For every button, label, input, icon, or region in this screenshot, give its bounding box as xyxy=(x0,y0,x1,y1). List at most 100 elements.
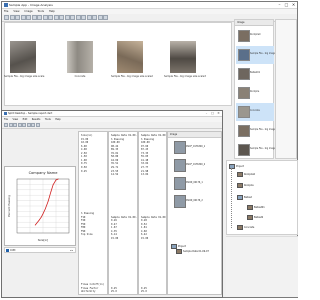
list-item[interactable]: Ballast01 xyxy=(236,65,274,83)
data-point xyxy=(44,208,46,210)
results-cell: 1.81 xyxy=(141,226,147,230)
x-axis-label: Size[in] xyxy=(38,238,48,242)
tree-label: Concrete xyxy=(244,226,255,229)
zoom-out-icon[interactable] xyxy=(59,15,64,20)
close-icon[interactable]: ✕ xyxy=(290,2,297,8)
redo-icon[interactable] xyxy=(48,15,53,20)
report-app-icon xyxy=(3,112,7,115)
tree-label: Project xyxy=(236,165,244,168)
table-icon[interactable] xyxy=(31,123,35,127)
tree-label: Project xyxy=(178,245,186,248)
results-cell: Sample Data 01-09-07 xyxy=(111,215,138,219)
app-icon xyxy=(4,3,8,7)
print-icon[interactable] xyxy=(20,15,26,20)
crop-icon[interactable] xyxy=(70,15,75,20)
results-cell: 100.00 xyxy=(111,141,120,145)
open-icon[interactable] xyxy=(8,123,13,127)
data-point xyxy=(50,191,52,193)
results-cell: 87.23 xyxy=(141,148,149,152)
list-item-label: Rockpile0 xyxy=(250,33,261,36)
tree-node[interactable]: Sample Data 01-09-07 xyxy=(176,249,209,254)
measure-icon[interactable] xyxy=(75,15,81,20)
export-icon[interactable] xyxy=(22,123,26,127)
settings-icon[interactable] xyxy=(35,123,40,127)
new-icon[interactable] xyxy=(4,15,9,20)
nav-arrows-icon[interactable]: ◂ ▸ xyxy=(70,248,73,253)
list-item[interactable]: Concrete xyxy=(236,103,274,121)
tree-label: Ballast01 xyxy=(254,206,265,209)
thumbnail xyxy=(238,125,250,137)
tree-node[interactable]: Rockpile0 xyxy=(237,172,255,177)
list-item[interactable]: DSCN_00176_2 xyxy=(170,193,220,209)
thumbnail xyxy=(238,30,250,42)
menu-view[interactable]: View xyxy=(13,10,19,13)
list-item[interactable]: Sample File - big image size scale2 xyxy=(236,122,288,140)
list-item[interactable]: Sample File - big image size scale3 xyxy=(236,141,288,159)
results-column-2: Sample Data 01-09-07% Passing 100.00 98.24… xyxy=(108,131,138,295)
tree-node[interactable]: Ballast2 xyxy=(247,215,263,220)
gallery-thumb[interactable]: Sample File - big image size scale3 xyxy=(164,41,206,78)
results-cell: 21.98 xyxy=(141,169,149,173)
gallery-thumb[interactable]: Sample File - big image size scale xyxy=(4,41,44,78)
menu-view[interactable]: View xyxy=(12,118,18,121)
rotate-icon[interactable] xyxy=(64,15,70,20)
report-tree: Project Sample Data 01-09-07 xyxy=(170,243,220,263)
data-point xyxy=(47,200,49,202)
tree-node[interactable]: Ballast01 xyxy=(247,205,265,210)
minimize-icon[interactable]: – xyxy=(276,2,283,8)
menu-help[interactable]: Help xyxy=(49,10,55,13)
cut-icon[interactable] xyxy=(26,15,31,20)
report-toolbar xyxy=(2,122,222,129)
menu-tools[interactable]: Tools xyxy=(38,10,44,13)
menu-tools[interactable]: Tools xyxy=(45,118,51,121)
results-cell: Size(in) xyxy=(81,134,93,137)
results-cell: 33.04 xyxy=(141,162,149,166)
rockpile-image xyxy=(117,41,143,73)
new-icon[interactable] xyxy=(4,123,8,127)
menu-help[interactable]: Help xyxy=(55,118,60,121)
help-icon[interactable] xyxy=(103,15,108,20)
save-icon[interactable] xyxy=(13,123,17,127)
list-item[interactable]: Rockpile0 xyxy=(236,27,274,45)
report-icon[interactable] xyxy=(92,15,97,20)
undo-icon[interactable] xyxy=(42,15,48,20)
data-point xyxy=(38,219,40,221)
menu-file[interactable]: File xyxy=(4,10,8,13)
gallery-thumb[interactable]: Concrete xyxy=(67,41,93,78)
results-cell: 4.00 xyxy=(81,148,87,152)
list-item[interactable]: DSCN_00176_1 xyxy=(170,175,220,191)
list-item[interactable]: DSCF_0176300_2 xyxy=(170,157,220,173)
results-cell: 0.28 xyxy=(141,219,147,223)
settings-icon[interactable] xyxy=(97,15,103,20)
save-icon[interactable] xyxy=(15,15,20,20)
menu-image[interactable]: Image xyxy=(24,10,32,13)
results-cell: 4.35 xyxy=(111,229,117,233)
grid-icon[interactable] xyxy=(81,15,86,20)
results-cell: 1.00 xyxy=(81,158,87,162)
paste-icon[interactable] xyxy=(37,15,42,20)
copy-icon[interactable] xyxy=(31,15,37,20)
list-item[interactable]: Rockpile xyxy=(236,84,274,102)
menu-file[interactable]: File xyxy=(4,118,8,121)
analyze-icon[interactable] xyxy=(86,15,92,20)
tree-node[interactable]: Concrete xyxy=(237,225,254,230)
menu-results[interactable]: Results xyxy=(32,118,41,121)
tree-node[interactable]: Ballast xyxy=(237,195,252,200)
list-item[interactable]: Sample File - big image size scale xyxy=(236,46,287,64)
close-icon[interactable]: ✕ xyxy=(215,111,222,116)
open-icon[interactable] xyxy=(9,15,15,20)
image-list-panel: Image Rockpile0 Sample File - big image … xyxy=(234,19,288,159)
chart-icon[interactable] xyxy=(26,123,31,127)
results-cell: 73.33 xyxy=(141,151,149,155)
list-item[interactable]: DSCF_0176300_1 xyxy=(170,139,220,155)
maximize-icon[interactable]: □ xyxy=(283,2,290,8)
tree-connector xyxy=(231,168,232,228)
tree-node[interactable]: Rockpile xyxy=(237,183,254,188)
chart-title: Company Name xyxy=(29,171,59,175)
gallery-thumb[interactable]: Sample File - big image size scale2 xyxy=(111,41,153,78)
zoom-in-icon[interactable] xyxy=(53,15,59,20)
concrete-image xyxy=(67,41,93,73)
list-item-label: Concrete xyxy=(250,109,260,112)
print-icon[interactable] xyxy=(17,123,22,127)
menu-edit[interactable]: Edit xyxy=(23,118,28,121)
